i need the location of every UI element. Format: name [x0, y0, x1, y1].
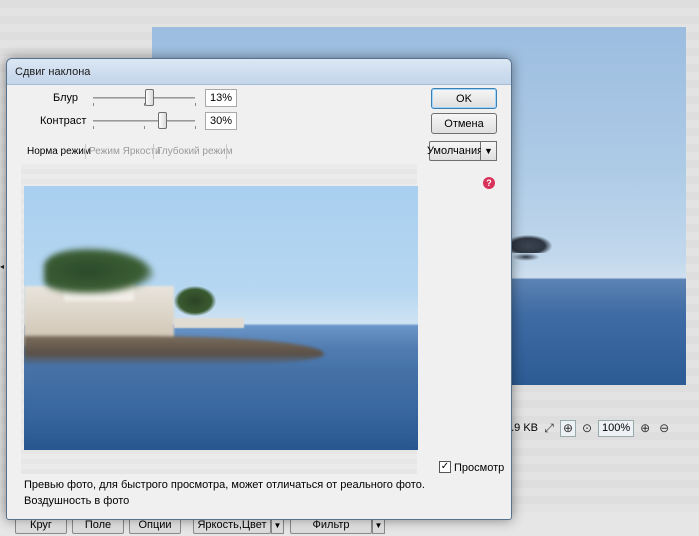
- cancel-button[interactable]: Отмена: [431, 113, 497, 134]
- contrast-slider-track[interactable]: [93, 120, 195, 122]
- zoom-actual-icon[interactable]: ⊙: [579, 420, 595, 436]
- fit-window-icon[interactable]: ⤢: [541, 420, 557, 436]
- blur-slider-thumb[interactable]: [145, 89, 155, 106]
- zoom-in-icon[interactable]: ⊕: [637, 420, 653, 436]
- background-rock: [512, 235, 552, 253]
- preview-checkbox[interactable]: ✓: [439, 461, 451, 473]
- slider-tick: [195, 103, 196, 106]
- tilt-shift-dialog: Сдвиг наклона Блур 13% Контраст 30% OK О…: [6, 58, 512, 520]
- zoom-out-icon[interactable]: ⊖: [656, 420, 672, 436]
- background-rock-small: [512, 253, 540, 261]
- contrast-label: Контраст: [40, 115, 87, 127]
- airiness-label: Воздушность в фото: [24, 495, 130, 507]
- blur-value[interactable]: 13%: [205, 89, 237, 107]
- sea-reflection: [24, 366, 418, 450]
- zoom-level[interactable]: 100%: [598, 419, 635, 437]
- small-tree: [174, 286, 216, 316]
- blur-label: Блур: [53, 92, 79, 104]
- contrast-value[interactable]: 30%: [205, 112, 237, 130]
- defaults-button[interactable]: Умолчания: [427, 141, 483, 161]
- tab-separator: [153, 144, 154, 159]
- preview-photo[interactable]: [24, 186, 418, 450]
- tab-normal-mode[interactable]: Норма режим: [25, 143, 93, 160]
- pier: [174, 318, 244, 328]
- tab-separator: [226, 144, 227, 159]
- coastline: [24, 336, 324, 366]
- dialog-title-bar[interactable]: Сдвиг наклона: [7, 59, 511, 85]
- image-toolbar: 9.9 KB ⤢ ⊕ ⊙ 100% ⊕ ⊖: [505, 418, 699, 438]
- tab-brightness-mode[interactable]: Режим Яркости: [87, 143, 163, 160]
- preview-note: Превью фото, для быстрого просмотра, мож…: [24, 479, 425, 491]
- dialog-title: Сдвиг наклона: [15, 66, 91, 78]
- dropdown-arrow-icon[interactable]: ▼: [481, 141, 497, 161]
- preview-checkbox-label: Просмотр: [454, 462, 505, 474]
- slider-tick: [93, 126, 94, 129]
- slider-tick: [93, 103, 94, 106]
- contrast-slider-thumb[interactable]: [158, 112, 168, 129]
- slider-tick: [195, 126, 196, 129]
- tree-cluster: [44, 248, 154, 294]
- help-icon[interactable]: ?: [483, 177, 495, 189]
- zoom-fit-icon[interactable]: ⊕: [560, 419, 577, 437]
- ok-button[interactable]: OK: [431, 88, 497, 109]
- slider-tick: [144, 126, 145, 129]
- blur-slider-track[interactable]: [93, 97, 195, 99]
- panel-handle-icon[interactable]: ◂: [0, 262, 5, 272]
- tab-separator: [85, 144, 86, 159]
- tab-deep-mode[interactable]: Глубокий режим: [155, 143, 235, 160]
